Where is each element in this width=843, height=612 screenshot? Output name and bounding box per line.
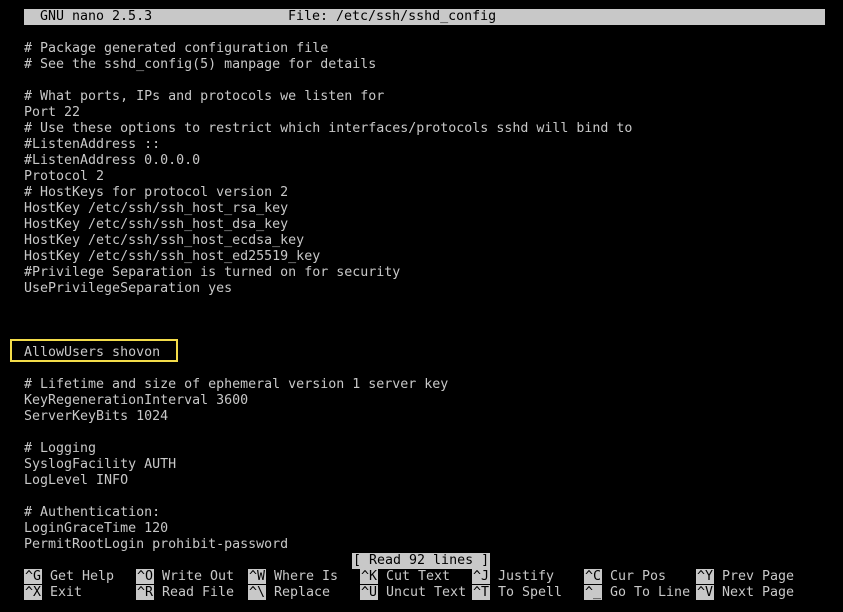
shortcut-label: Exit [50,585,83,600]
shortcut-key: ^R [136,585,155,600]
shortcut-key: ^T [472,585,491,600]
editor-line[interactable]: # HostKeys for protocol version 2 [24,185,825,201]
shortcut-label: Justify [498,569,555,584]
shortcut-write-out[interactable]: ^O Write Out [136,569,234,585]
editor-line[interactable] [24,297,825,313]
shortcut-label: Cur Pos [610,569,667,584]
shortcut-read-file[interactable]: ^R Read File [136,585,234,601]
shortcut-key: ^V [696,585,715,600]
editor-line[interactable]: SyslogFacility AUTH [24,457,825,473]
shortcut-next-page[interactable]: ^V Next Page [696,585,794,601]
shortcut-label: Get Help [50,569,115,584]
editor-line[interactable] [24,73,825,89]
shortcut-label: Where Is [274,569,339,584]
editor-line[interactable]: UsePrivilegeSeparation yes [24,281,825,297]
shortcut-key: ^G [24,569,43,584]
highlight-annotation-box [10,339,178,362]
editor-line[interactable]: HostKey /etc/ssh/ssh_host_dsa_key [24,217,825,233]
shortcut-label: Go To Line [610,585,691,600]
shortcut-exit[interactable]: ^X Exit [24,585,82,601]
shortcut-key: ^J [472,569,491,584]
editor-line[interactable]: HostKey /etc/ssh/ssh_host_ecdsa_key [24,233,825,249]
editor-line[interactable] [24,361,825,377]
app-name: GNU nano 2.5.3 [40,9,153,24]
editor-line[interactable]: LoginGraceTime 120 [24,521,825,537]
shortcut-label: Uncut Text [386,585,467,600]
shortcut-label: Write Out [162,569,235,584]
editor-line[interactable]: #ListenAddress 0.0.0.0 [24,153,825,169]
shortcut-key: ^U [360,585,379,600]
editor-line[interactable]: # Authentication: [24,505,825,521]
shortcut-justify[interactable]: ^J Justify [472,569,554,585]
editor-line[interactable]: # Lifetime and size of ephemeral version… [24,377,825,393]
shortcut-go-to-line[interactable]: ^_ Go To Line [584,585,690,601]
shortcut-key: ^K [360,569,379,584]
shortcut-to-spell[interactable]: ^T To Spell [472,585,562,601]
shortcut-replace[interactable]: ^\ Replace [248,585,330,601]
editor-line[interactable]: # Package generated configuration file [24,41,825,57]
editor-line[interactable]: #ListenAddress :: [24,137,825,153]
editor-line[interactable]: # Logging [24,441,825,457]
shortcut-key: ^\ [248,585,267,600]
shortcut-label: Replace [274,585,331,600]
shortcut-label: Next Page [722,585,795,600]
editor-line[interactable]: Protocol 2 [24,169,825,185]
title-bar: GNU nano 2.5.3 File: /etc/ssh/sshd_confi… [24,9,825,25]
editor-line[interactable]: #Privilege Separation is turned on for s… [24,265,825,281]
editor-line[interactable] [24,313,825,329]
editor-line[interactable]: Port 22 [24,105,825,121]
editor-area[interactable]: # Package generated configuration file #… [24,25,825,553]
shortcut-key: ^X [24,585,43,600]
shortcut-label: Cut Text [386,569,451,584]
shortcut-prev-page[interactable]: ^Y Prev Page [696,569,794,585]
editor-line[interactable]: # Use these options to restrict which in… [24,121,825,137]
editor-line[interactable] [24,425,825,441]
shortcut-key: ^W [248,569,267,584]
editor-line[interactable] [24,25,825,41]
shortcut-key: ^_ [584,585,603,600]
editor-line[interactable]: # See the sshd_config(5) manpage for det… [24,57,825,73]
status-message: [ Read 92 lines ] [352,553,491,569]
shortcut-cut-text[interactable]: ^K Cut Text [360,569,450,585]
shortcut-label: Read File [162,585,235,600]
editor-line[interactable]: PermitRootLogin prohibit-password [24,537,825,553]
shortcut-cur-pos[interactable]: ^C Cur Pos [584,569,666,585]
shortcut-label: To Spell [498,585,563,600]
shortcut-uncut-text[interactable]: ^U Uncut Text [360,585,466,601]
shortcut-get-help[interactable]: ^G Get Help [24,569,114,585]
shortcut-key: ^Y [696,569,715,584]
editor-line[interactable]: ServerKeyBits 1024 [24,409,825,425]
editor-line[interactable]: KeyRegenerationInterval 3600 [24,393,825,409]
shortcut-key: ^O [136,569,155,584]
file-name: File: /etc/ssh/sshd_config [288,9,497,24]
shortcut-label: Prev Page [722,569,795,584]
editor-line[interactable] [24,489,825,505]
editor-line[interactable]: HostKey /etc/ssh/ssh_host_ed25519_key [24,249,825,265]
editor-line[interactable]: HostKey /etc/ssh/ssh_host_rsa_key [24,201,825,217]
shortcut-where-is[interactable]: ^W Where Is [248,569,338,585]
shortcut-key: ^C [584,569,603,584]
shortcut-bar: ^G Get Help ^O Write Out ^W Where Is ^K Cut … [24,569,825,601]
editor-line[interactable]: # What ports, IPs and protocols we liste… [24,89,825,105]
editor-line[interactable]: LogLevel INFO [24,473,825,489]
